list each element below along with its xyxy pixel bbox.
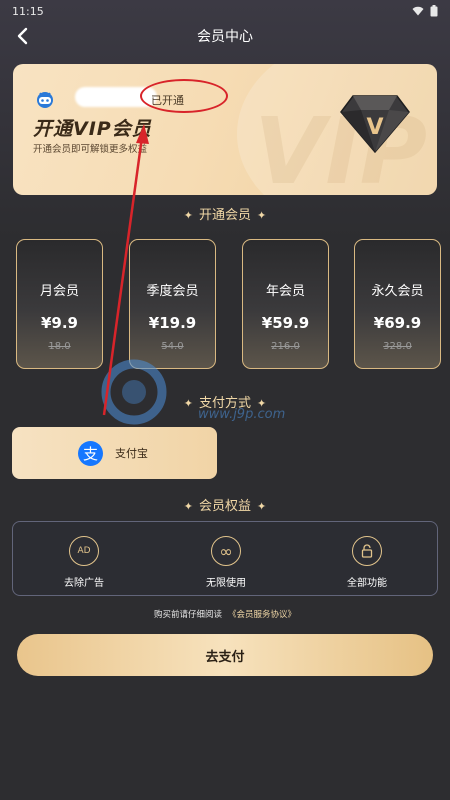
pay-button[interactable]: 去支付	[17, 634, 433, 676]
section-open-member-label: 开通会员	[198, 208, 251, 223]
vip-diamond-icon: V	[340, 95, 410, 154]
agreement-notice: 购买前请仔细阅读 《会员服务协议》	[0, 608, 450, 620]
page-title: 会员中心	[197, 29, 253, 45]
plan-name: 年会员	[265, 284, 305, 299]
vip-card: VIP 已开通 开通VIP会员 开通会员即可解锁更多权益 V	[13, 64, 437, 195]
unlock-icon	[352, 536, 382, 566]
section-payment-method-label: 支付方式	[198, 396, 251, 411]
sparkle-icon: ✦	[257, 397, 267, 410]
plan-name: 季度会员	[146, 284, 199, 299]
agreement-link[interactable]: 《会员服务协议》	[228, 610, 296, 620]
section-payment-method: ✦ 支付方式 ✦	[0, 392, 450, 411]
plan-price: ¥19.9	[148, 314, 197, 332]
plan-card-lifetime[interactable]: 永久会员 ¥69.9 328.0	[354, 239, 441, 369]
benefits-panel: AD 去除广告 ∞ 无限使用 全部功能	[12, 521, 438, 596]
status-bar: 11:15	[0, 0, 450, 22]
plan-original-price: 18.0	[48, 341, 71, 352]
sparkle-icon: ✦	[257, 500, 267, 513]
payment-option-label: 支付宝	[115, 447, 148, 460]
benefit-label: 无限使用	[206, 578, 246, 589]
sparkle-icon: ✦	[257, 209, 267, 222]
status-icons	[412, 5, 438, 17]
battery-icon	[430, 5, 438, 17]
benefit-label: 去除广告	[64, 578, 104, 589]
ad-icon: AD	[69, 536, 99, 566]
plan-price: ¥9.9	[40, 314, 78, 332]
sparkle-icon: ✦	[183, 209, 193, 222]
annotation-circle	[140, 79, 228, 113]
status-time: 11:15	[12, 4, 44, 18]
plan-card-monthly[interactable]: 月会员 ¥9.9 18.0	[16, 239, 103, 369]
plan-card-quarterly[interactable]: 季度会员 ¥19.9 54.0	[129, 239, 216, 369]
section-member-benefits: ✦ 会员权益 ✦	[0, 495, 450, 514]
plan-price: ¥59.9	[261, 314, 310, 332]
agreement-text: 购买前请仔细阅读	[153, 610, 222, 620]
benefit-all-features: 全部功能	[327, 536, 407, 589]
plan-name: 月会员	[39, 284, 79, 299]
sparkle-icon: ✦	[183, 500, 193, 513]
sparkle-icon: ✦	[183, 397, 193, 410]
plan-original-price: 328.0	[383, 341, 412, 352]
avatar	[37, 92, 53, 108]
plan-card-yearly[interactable]: 年会员 ¥59.9 216.0	[242, 239, 329, 369]
plan-original-price: 216.0	[271, 341, 300, 352]
benefit-label: 全部功能	[347, 578, 387, 589]
wifi-icon	[412, 6, 424, 16]
unlock-glyph	[361, 544, 373, 558]
vip-title: 开通VIP会员	[33, 118, 152, 140]
diamond-letter: V	[366, 115, 383, 140]
alipay-icon: 支	[78, 440, 103, 466]
vip-subtitle: 开通会员即可解锁更多权益	[33, 144, 148, 155]
section-member-benefits-label: 会员权益	[198, 499, 251, 514]
nav-bar: 会员中心	[0, 22, 450, 50]
benefit-remove-ads: AD 去除广告	[44, 536, 124, 589]
plan-price: ¥69.9	[373, 314, 422, 332]
plan-original-price: 54.0	[161, 341, 184, 352]
back-button[interactable]	[12, 24, 34, 48]
infinity-icon: ∞	[211, 536, 241, 566]
section-open-member: ✦ 开通会员 ✦	[0, 204, 450, 223]
plan-name: 永久会员	[371, 284, 424, 299]
benefit-unlimited-use: ∞ 无限使用	[186, 536, 266, 589]
payment-option-alipay[interactable]: 支 支付宝	[12, 427, 217, 479]
